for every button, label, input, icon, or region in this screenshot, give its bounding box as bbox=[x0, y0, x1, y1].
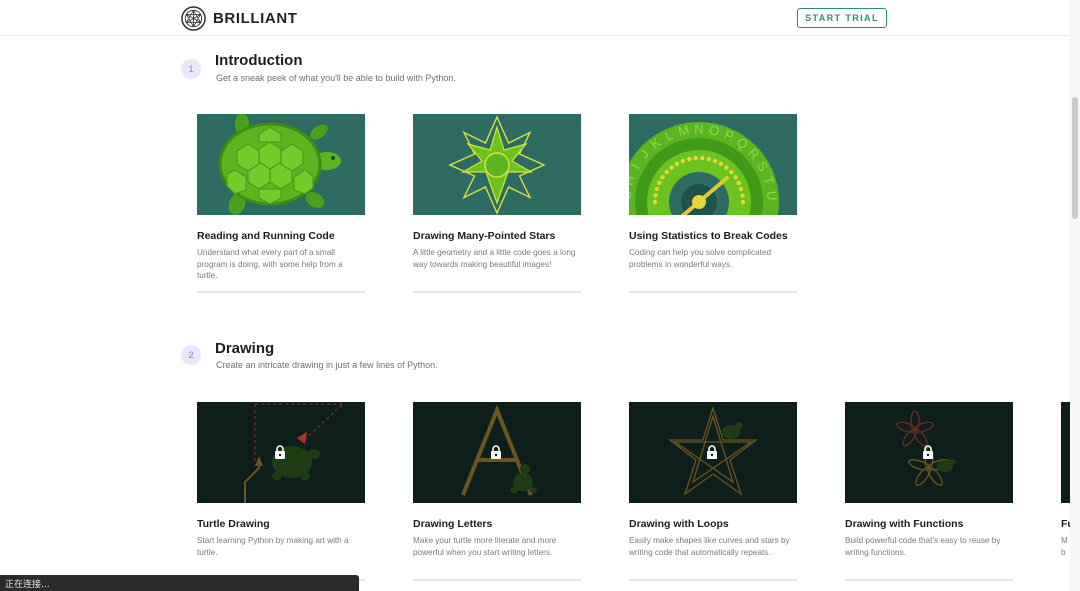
cipher-dot bbox=[669, 165, 674, 170]
cipher-letter: G bbox=[629, 190, 634, 201]
card-thumbnail: GHIJKLMNOPQRSTU bbox=[629, 114, 797, 215]
course-card[interactable]: Drawing with Loops Easily make shapes li… bbox=[629, 402, 797, 581]
course-card[interactable]: Drawing with Functions Build powerful co… bbox=[845, 402, 1013, 581]
brand-name: BRILLIANT bbox=[213, 9, 298, 27]
cipher-dot bbox=[660, 175, 665, 180]
chapter-title: Introduction bbox=[215, 52, 303, 69]
cipher-dot bbox=[687, 156, 692, 162]
card-thumbnail bbox=[845, 402, 1013, 503]
top-nav-bar: BRILLIANT START TRIAL bbox=[0, 0, 1070, 36]
card-progress-rule bbox=[845, 579, 1013, 581]
card-title: Fu bbox=[1061, 518, 1070, 530]
lock-icon bbox=[490, 445, 502, 459]
cipher-dot bbox=[736, 180, 741, 186]
card-thumbnail bbox=[413, 114, 581, 215]
course-card[interactable]: Drawing Letters Make your turtle more li… bbox=[413, 402, 581, 581]
card-title: Turtle Drawing bbox=[197, 518, 270, 530]
card-progress-rule bbox=[413, 579, 581, 581]
card-title: Drawing with Loops bbox=[629, 518, 729, 530]
cipher-dot bbox=[712, 158, 718, 164]
cipher-dot bbox=[652, 199, 658, 205]
lock-icon bbox=[274, 445, 286, 459]
cipher-dot bbox=[654, 186, 660, 192]
card-description: A little geometry and a little code goes… bbox=[413, 248, 576, 269]
cipher-dot bbox=[718, 161, 724, 167]
course-card[interactable]: GHIJKLMNOPQRSTU Using Statistics to Brea… bbox=[629, 114, 797, 293]
cipher-dot bbox=[653, 193, 658, 198]
cipher-dot bbox=[680, 158, 686, 164]
card-description: Make your turtle more literate and more … bbox=[413, 536, 557, 557]
course-card-partial[interactable]: Fu M b bbox=[1061, 402, 1070, 558]
brilliant-logo-icon bbox=[181, 5, 206, 31]
card-description: Easily make shapes like curves and stars… bbox=[629, 536, 790, 557]
lock-icon bbox=[922, 445, 934, 459]
course-card[interactable]: Drawing Many-Pointed Stars A little geom… bbox=[413, 114, 581, 293]
lock-icon bbox=[706, 445, 718, 459]
card-description: M b bbox=[1061, 536, 1068, 557]
course-card[interactable]: Turtle Drawing Start learning Python by … bbox=[197, 402, 365, 581]
chapter-title: Drawing bbox=[215, 340, 275, 357]
chapter-drawing: 2 Drawing Create an intricate drawing in… bbox=[181, 338, 1071, 591]
star-polygon-icon bbox=[413, 114, 581, 215]
card-progress-rule bbox=[197, 291, 365, 293]
cipher-dot bbox=[740, 193, 745, 198]
card-thumbnail bbox=[413, 402, 581, 503]
card-thumbnail bbox=[197, 114, 365, 215]
card-title: Drawing Letters bbox=[413, 518, 493, 530]
cipher-dot bbox=[657, 180, 662, 186]
card-progress-rule bbox=[629, 579, 797, 581]
cipher-letter: N bbox=[694, 121, 703, 136]
card-thumbnail bbox=[629, 402, 797, 503]
cipher-dot bbox=[706, 156, 711, 162]
chapter-number-badge: 2 bbox=[181, 345, 201, 365]
chapter-subtitle: Create an intricate drawing in just a fe… bbox=[216, 360, 438, 370]
chapter-introduction: 1 Introduction Get a sneak peek of what … bbox=[181, 50, 1061, 300]
cipher-letter: U bbox=[764, 190, 780, 201]
start-trial-button[interactable]: START TRIAL bbox=[797, 8, 887, 28]
cipher-dot bbox=[733, 175, 738, 180]
card-title: Using Statistics to Break Codes bbox=[629, 230, 788, 242]
turtle-illustration-icon bbox=[197, 114, 365, 215]
card-description: Understand what every part of a small pr… bbox=[197, 248, 343, 280]
brand-logo[interactable]: BRILLIANT bbox=[181, 5, 298, 31]
card-description: Build powerful code that's easy to reuse… bbox=[845, 536, 1001, 557]
chapter-number-badge: 1 bbox=[181, 59, 201, 79]
cipher-dot bbox=[738, 186, 744, 192]
card-title: Drawing Many-Pointed Stars bbox=[413, 230, 556, 242]
cipher-wheel-icon: GHIJK L M N O PQRSTU bbox=[629, 114, 797, 215]
card-title: Reading and Running Code bbox=[197, 230, 335, 242]
cipher-dot bbox=[729, 169, 734, 175]
card-thumbnail bbox=[1061, 402, 1070, 503]
chapter-subtitle: Get a sneak peek of what you'll be able … bbox=[216, 73, 456, 83]
vertical-scrollbar[interactable] bbox=[1070, 0, 1080, 591]
browser-status-bar: 正在连接... bbox=[0, 575, 359, 591]
card-progress-rule bbox=[629, 291, 797, 293]
cipher-dot bbox=[740, 199, 746, 205]
card-progress-rule bbox=[413, 291, 581, 293]
course-card[interactable]: Reading and Running Code Understand what… bbox=[197, 114, 365, 293]
card-description: Start learning Python by making art with… bbox=[197, 536, 349, 557]
cipher-dot bbox=[693, 155, 698, 161]
cipher-dot bbox=[700, 155, 705, 161]
cipher-dot bbox=[664, 169, 669, 175]
scrollbar-thumb[interactable] bbox=[1072, 97, 1078, 219]
card-title: Drawing with Functions bbox=[845, 518, 964, 530]
cipher-dot bbox=[724, 165, 729, 170]
card-description: Coding can help you solve complicated pr… bbox=[629, 248, 772, 269]
card-thumbnail bbox=[197, 402, 365, 503]
cipher-dot bbox=[674, 161, 680, 167]
